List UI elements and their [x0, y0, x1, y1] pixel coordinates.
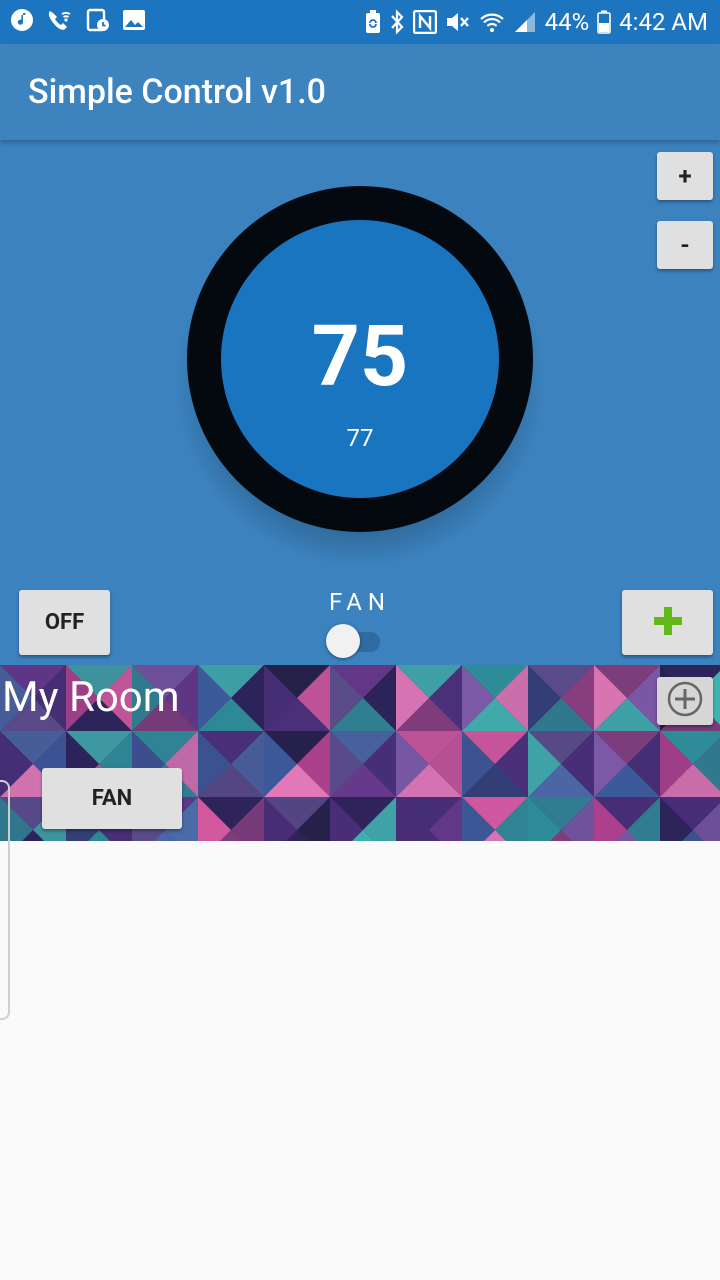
- setpoint-temperature: 75: [311, 307, 409, 406]
- mode-off-button[interactable]: OFF: [19, 590, 110, 655]
- status-bar: 44% 4:42 AM: [0, 0, 720, 44]
- thermostat-panel: 75 77 + - OFF FAN: [0, 140, 720, 665]
- increase-temp-button[interactable]: +: [657, 152, 713, 200]
- battery-saver-icon: [365, 10, 381, 34]
- battery-level: 44%: [544, 8, 590, 36]
- wifi-icon: [479, 10, 505, 34]
- room-title: My Room: [2, 673, 180, 722]
- wifi-call-icon: [46, 8, 74, 34]
- current-temperature: 77: [346, 424, 374, 452]
- nfc-icon: [412, 10, 437, 34]
- battery-icon: [597, 10, 611, 34]
- drawer-handle[interactable]: [0, 780, 10, 1020]
- mute-icon: [445, 10, 471, 34]
- signal-icon: [513, 10, 537, 34]
- app-bar: Simple Control v1.0: [0, 44, 720, 140]
- bluetooth-icon: [389, 9, 405, 35]
- clock-icon: [86, 8, 110, 34]
- fan-toggle[interactable]: [326, 624, 384, 658]
- image-icon: [122, 8, 146, 34]
- plus-icon: [651, 604, 685, 642]
- room-fan-button[interactable]: FAN: [42, 768, 182, 829]
- app-title: Simple Control v1.0: [28, 72, 327, 112]
- clock-time: 4:42 AM: [619, 8, 708, 36]
- room-card: My Room FAN: [0, 665, 720, 841]
- music-icon: [10, 8, 34, 34]
- add-button[interactable]: [622, 590, 713, 655]
- fan-label: FAN: [328, 588, 392, 616]
- fan-toggle-thumb: [326, 624, 360, 658]
- add-circle-icon: [665, 679, 705, 723]
- add-device-button[interactable]: [657, 677, 713, 725]
- decrease-temp-button[interactable]: -: [657, 221, 713, 269]
